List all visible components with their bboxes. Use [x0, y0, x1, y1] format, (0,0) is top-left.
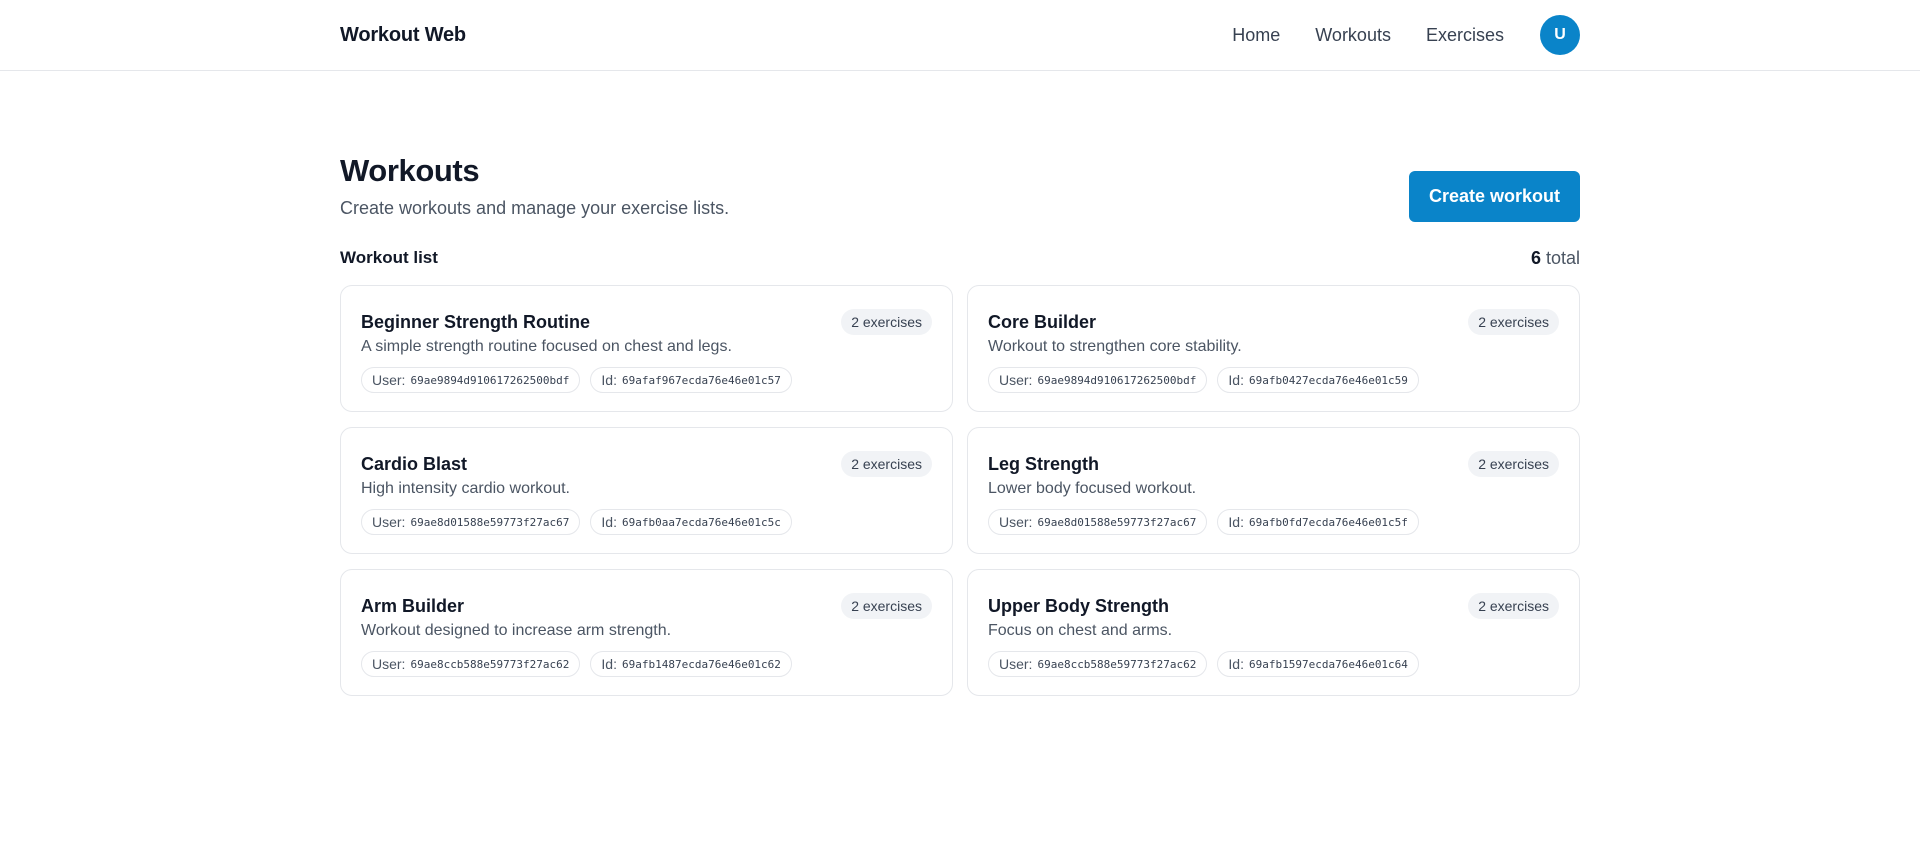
workout-card-meta: User: 69ae8d01588e59773f27ac67 Id: 69afb…	[361, 509, 932, 535]
page-header: Workouts Create workouts and manage your…	[340, 152, 1580, 222]
workout-card-description: Workout to strengthen core stability.	[988, 338, 1242, 355]
main-nav: Home Workouts Exercises U	[1232, 15, 1580, 55]
workout-card-header: Arm Builder 2 exercises	[361, 592, 932, 620]
workout-card-title: Core Builder	[988, 311, 1097, 332]
workout-card-header: Leg Strength 2 exercises	[988, 450, 1559, 478]
user-id-value: 69ae8ccb588e59773f27ac62	[1037, 657, 1197, 671]
user-id-value: 69ae9894d910617262500bdf	[410, 373, 570, 387]
workout-card-description: Focus on chest and arms.	[988, 622, 1173, 639]
workout-id-value: 69afb1487ecda76e46e01c62	[621, 657, 781, 671]
user-id-value: 69ae9894d910617262500bdf	[1037, 373, 1197, 387]
workout-card[interactable]: Leg Strength 2 exercises Lower body focu…	[967, 427, 1580, 554]
user-id-chip-label: User:	[999, 514, 1033, 530]
workout-card-header: Upper Body Strength 2 exercises	[988, 592, 1559, 620]
page-title: Workouts	[340, 153, 480, 188]
nav-workouts-link[interactable]: Workouts	[1315, 25, 1391, 46]
workout-card[interactable]: Arm Builder 2 exercises Workout designed…	[340, 569, 953, 696]
page-subtitle: Create workouts and manage your exercise…	[340, 198, 730, 218]
workout-total-label: total	[1545, 247, 1580, 268]
workout-grid: Beginner Strength Routine 2 exercises A …	[340, 285, 1580, 696]
exercise-count-badge: 2 exercises	[1468, 451, 1559, 477]
workout-id-chip-label: Id:	[1228, 372, 1244, 388]
exercise-count-badge: 2 exercises	[1468, 309, 1559, 335]
exercise-count-badge: 2 exercises	[841, 451, 932, 477]
user-id-chip: User: 69ae8ccb588e59773f27ac62	[988, 651, 1208, 677]
workout-list-title: Workout list	[340, 248, 438, 267]
workout-card-description: High intensity cardio workout.	[361, 480, 570, 497]
user-id-chip-label: User:	[999, 656, 1033, 672]
brand-logo-text[interactable]: Workout Web	[340, 24, 466, 47]
user-avatar[interactable]: U	[1540, 15, 1580, 55]
page-heading-group: Workouts Create workouts and manage your…	[340, 152, 729, 220]
nav-exercises-link[interactable]: Exercises	[1426, 25, 1504, 46]
workout-id-value: 69afb0aa7ecda76e46e01c5c	[621, 515, 781, 529]
workout-card-meta: User: 69ae9894d910617262500bdf Id: 69afa…	[361, 367, 932, 393]
workout-card-description: A simple strength routine focused on che…	[361, 338, 732, 355]
workout-id-chip: Id: 69afb0aa7ecda76e46e01c5c	[590, 509, 792, 535]
exercise-count-badge: 2 exercises	[841, 309, 932, 335]
workout-card[interactable]: Upper Body Strength 2 exercises Focus on…	[967, 569, 1580, 696]
workout-card-title: Upper Body Strength	[988, 595, 1170, 616]
exercise-count-badge: 2 exercises	[841, 593, 932, 619]
nav-home-link[interactable]: Home	[1232, 25, 1280, 46]
user-id-chip: User: 69ae8ccb588e59773f27ac62	[361, 651, 581, 677]
workout-id-chip-label: Id:	[1228, 514, 1244, 530]
top-navbar: Workout Web Home Workouts Exercises U	[0, 0, 1920, 71]
workout-id-chip-label: Id:	[601, 514, 617, 530]
user-id-chip: User: 69ae8d01588e59773f27ac67	[988, 509, 1208, 535]
workout-total: 6 total	[1531, 248, 1580, 269]
workout-id-chip-label: Id:	[601, 656, 617, 672]
workout-card-title: Leg Strength	[988, 453, 1099, 474]
user-id-chip-label: User:	[372, 372, 406, 388]
workout-total-count: 6	[1530, 247, 1541, 268]
user-id-chip: User: 69ae9894d910617262500bdf	[361, 367, 581, 393]
workout-card-header: Beginner Strength Routine 2 exercises	[361, 308, 932, 336]
workout-id-value: 69afb0fd7ecda76e46e01c5f	[1248, 515, 1408, 529]
create-workout-button[interactable]: Create workout	[1408, 171, 1580, 222]
user-id-value: 69ae8d01588e59773f27ac67	[410, 515, 570, 529]
navbar-inner: Workout Web Home Workouts Exercises U	[340, 0, 1580, 70]
user-id-chip: User: 69ae8d01588e59773f27ac67	[361, 509, 581, 535]
workout-card-meta: User: 69ae8ccb588e59773f27ac62 Id: 69afb…	[361, 651, 932, 677]
workout-card[interactable]: Cardio Blast 2 exercises High intensity …	[340, 427, 953, 554]
exercise-count-badge: 2 exercises	[1468, 593, 1559, 619]
user-id-chip-label: User:	[372, 656, 406, 672]
workout-card-title: Cardio Blast	[361, 453, 468, 474]
workout-list-header: Workout list 6 total	[340, 246, 1580, 270]
workout-id-chip: Id: 69afb0427ecda76e46e01c59	[1217, 367, 1419, 393]
user-id-chip-label: User:	[372, 514, 406, 530]
workout-card[interactable]: Core Builder 2 exercises Workout to stre…	[967, 285, 1580, 412]
workout-card[interactable]: Beginner Strength Routine 2 exercises A …	[340, 285, 953, 412]
workout-card-title: Arm Builder	[361, 595, 465, 616]
workout-id-chip: Id: 69afb0fd7ecda76e46e01c5f	[1217, 509, 1419, 535]
workout-id-chip: Id: 69afb1597ecda76e46e01c64	[1217, 651, 1419, 677]
user-id-chip-label: User:	[999, 372, 1033, 388]
workout-id-value: 69afb1597ecda76e46e01c64	[1248, 657, 1408, 671]
workout-card-meta: User: 69ae9894d910617262500bdf Id: 69afb…	[988, 367, 1559, 393]
workout-card-description: Workout designed to increase arm strengt…	[361, 622, 672, 639]
workout-id-value: 69afaf967ecda76e46e01c57	[621, 373, 781, 387]
workout-id-chip: Id: 69afb1487ecda76e46e01c62	[590, 651, 792, 677]
workout-card-description: Lower body focused workout.	[988, 480, 1197, 497]
workout-card-header: Cardio Blast 2 exercises	[361, 450, 932, 478]
workout-card-title: Beginner Strength Routine	[361, 311, 590, 332]
workout-id-chip: Id: 69afaf967ecda76e46e01c57	[590, 367, 792, 393]
user-id-chip: User: 69ae9894d910617262500bdf	[988, 367, 1208, 393]
main-content: Workouts Create workouts and manage your…	[340, 152, 1580, 696]
workout-card-header: Core Builder 2 exercises	[988, 308, 1559, 336]
workout-card-meta: User: 69ae8d01588e59773f27ac67 Id: 69afb…	[988, 509, 1559, 535]
workout-id-chip-label: Id:	[1228, 656, 1244, 672]
workout-card-meta: User: 69ae8ccb588e59773f27ac62 Id: 69afb…	[988, 651, 1559, 677]
workout-id-chip-label: Id:	[601, 372, 617, 388]
workout-id-value: 69afb0427ecda76e46e01c59	[1248, 373, 1408, 387]
user-id-value: 69ae8d01588e59773f27ac67	[1037, 515, 1197, 529]
user-id-value: 69ae8ccb588e59773f27ac62	[410, 657, 570, 671]
